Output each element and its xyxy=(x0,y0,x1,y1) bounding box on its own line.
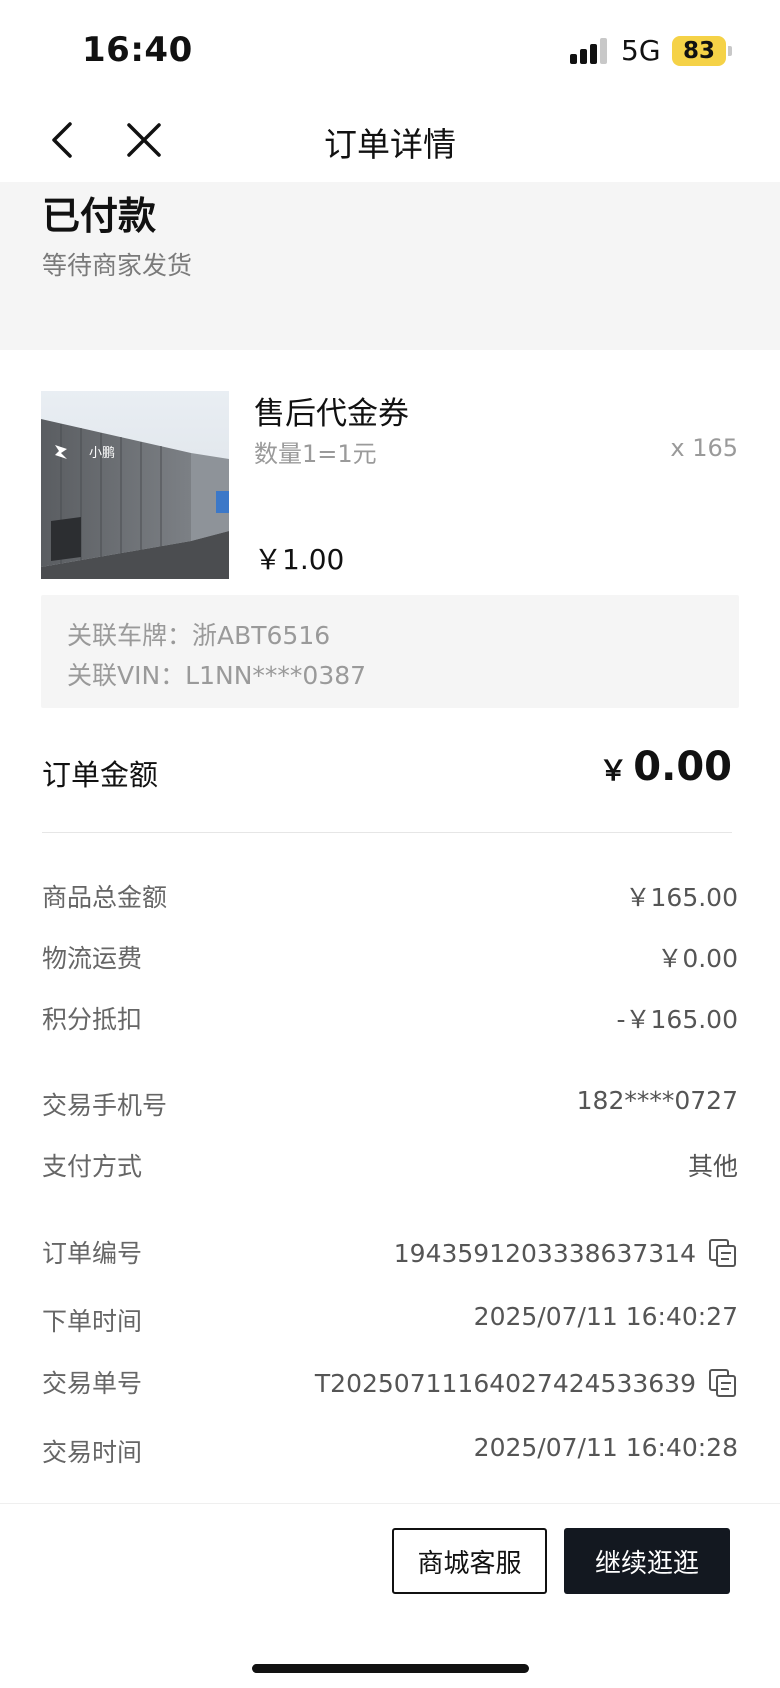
continue-shopping-button[interactable]: 继续逛逛 xyxy=(564,1528,730,1594)
detail-label: 订单编号 xyxy=(42,1239,143,1268)
detail-value: ￥165.00 xyxy=(625,883,738,912)
order-amount-number: 0.00 xyxy=(633,744,732,790)
copy-icon[interactable] xyxy=(708,1368,738,1398)
vehicle-vin: 关联VIN：L1NN****0387 xyxy=(67,661,367,690)
detail-row-order-number: 订单编号 1943591203338637314 xyxy=(42,1234,738,1270)
detail-row-transaction-number: 交易单号 T2025071116402742453363​9 xyxy=(42,1364,738,1400)
nav-bar: 订单详情 xyxy=(0,100,780,182)
battery-tip xyxy=(728,46,732,56)
product-name: 售后代金券 xyxy=(254,396,409,432)
vehicle-plate: 关联车牌：浙ABT6516 xyxy=(67,621,331,650)
order-amount-label: 订单金额 xyxy=(42,758,159,792)
detail-label: 交易手机号 xyxy=(42,1091,168,1120)
detail-value: 182****0727 xyxy=(576,1086,738,1115)
order-amount-currency: ￥ xyxy=(599,754,628,787)
detail-value-with-copy: 1943591203338637314 xyxy=(394,1238,738,1268)
detail-label: 交易单号 xyxy=(42,1369,143,1398)
page-title: 订单详情 xyxy=(324,125,456,164)
battery-icon: 83 xyxy=(672,36,726,66)
order-status-title: 已付款 xyxy=(42,194,157,238)
product-price: ￥1.00 xyxy=(254,543,345,576)
status-time: 16:40 xyxy=(82,30,193,70)
detail-row-transaction-time: 交易时间 2025/07/11 16:40:28 xyxy=(42,1433,738,1469)
copy-icon[interactable] xyxy=(708,1238,738,1268)
detail-value-with-copy: T2025071116402742453363​9 xyxy=(315,1368,738,1398)
detail-value: 其他 xyxy=(687,1152,738,1181)
detail-row-payment-method: 支付方式 其他 xyxy=(42,1147,738,1183)
detail-row-phone: 交易手机号 182****0727 xyxy=(42,1086,738,1122)
detail-row-shipping: 物流运费 ￥0.00 xyxy=(42,939,738,975)
status-bar: 16:40 5G 83 xyxy=(0,0,780,100)
signal-icon xyxy=(570,38,610,64)
product-image[interactable]: 小鹏 xyxy=(41,391,229,579)
network-type: 5G xyxy=(621,34,661,67)
order-amount-value: ￥ 0.00 xyxy=(599,744,732,790)
detail-label: 积分抵扣 xyxy=(42,1005,143,1034)
detail-value: -￥165.00 xyxy=(616,1005,739,1034)
detail-value: 2025/07/11 16:40:28 xyxy=(473,1433,738,1462)
detail-row-order-time: 下单时间 2025/07/11 16:40:27 xyxy=(42,1302,738,1338)
transaction-number-value: T2025071116402742453363​9 xyxy=(314,1368,696,1398)
detail-row-points-deduction: 积分抵扣 -￥165.00 xyxy=(42,1000,738,1036)
order-status-subtitle: 等待商家发货 xyxy=(42,251,193,280)
detail-value: ￥0.00 xyxy=(657,944,738,973)
order-number-value: 1943591203338637314 xyxy=(393,1238,696,1268)
detail-label: 物流运费 xyxy=(42,944,143,973)
bottom-action-bar: 商城客服 继续逛逛 xyxy=(0,1503,780,1688)
detail-row-goods-total: 商品总金额 ￥165.00 xyxy=(42,878,738,914)
detail-label: 交易时间 xyxy=(42,1438,143,1467)
product-quantity: x 165 xyxy=(670,434,738,462)
order-status-header: 已付款 等待商家发货 xyxy=(0,182,780,350)
detail-label: 下单时间 xyxy=(42,1307,143,1336)
product-image-sign: 小鹏 xyxy=(89,446,115,461)
divider xyxy=(42,832,732,833)
detail-value: 2025/07/11 16:40:27 xyxy=(473,1302,738,1331)
product-spec: 数量1=1元 xyxy=(254,440,377,468)
detail-label: 商品总金额 xyxy=(42,883,168,912)
customer-service-button[interactable]: 商城客服 xyxy=(392,1528,547,1594)
vehicle-info-box: 关联车牌：浙ABT6516 关联VIN：L1NN****0387 xyxy=(41,595,739,708)
home-indicator[interactable] xyxy=(252,1664,529,1673)
detail-label: 支付方式 xyxy=(42,1152,143,1181)
